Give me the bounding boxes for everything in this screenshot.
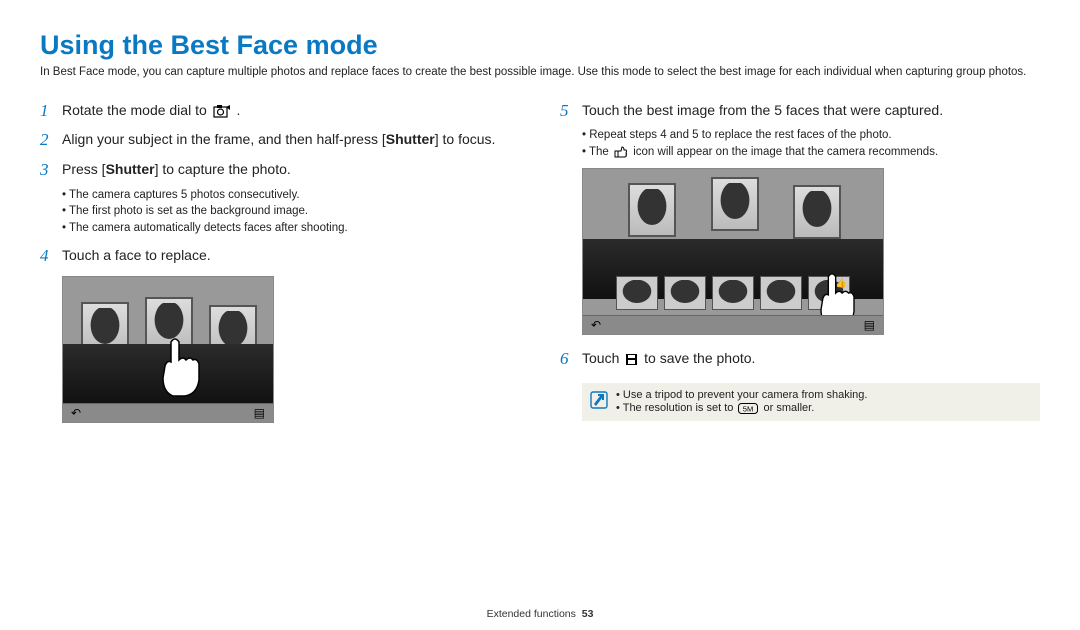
step-5: 5 Touch the best image from the 5 faces … [560, 99, 1040, 123]
select-best-illustration: 👍 ↶ ▤ [582, 168, 884, 335]
save-bar-icon: ▤ [864, 319, 875, 331]
face-thumbnail [712, 276, 754, 310]
list-item: The icon will appear on the image that t… [582, 145, 1040, 161]
save-bar-icon: ▤ [254, 407, 265, 419]
face-thumbnail [616, 276, 658, 310]
right-column: 5 Touch the best image from the 5 faces … [560, 99, 1040, 432]
mode-dial-icon [213, 104, 231, 118]
step-text: Touch [582, 350, 623, 366]
step-1: 1 Rotate the mode dial to . [40, 99, 520, 123]
step-3-sublist: The camera captures 5 photos consecutive… [62, 188, 520, 237]
step-4: 4 Touch a face to replace. [40, 244, 520, 268]
list-item: Repeat steps 4 and 5 to replace the rest… [582, 128, 1040, 144]
note-icon [590, 391, 610, 409]
back-icon: ↶ [591, 319, 601, 331]
step-number: 4 [40, 244, 62, 268]
list-item: The camera automatically detects faces a… [62, 221, 520, 237]
back-icon: ↶ [71, 407, 81, 419]
left-column: 1 Rotate the mode dial to . 2 Align your… [40, 99, 520, 432]
recommended-icon [614, 146, 628, 158]
step-text: Press [ [62, 161, 106, 177]
step-text: Align your subject in the frame, and the… [62, 131, 386, 147]
step-number: 3 [40, 158, 62, 182]
step-text: Rotate the mode dial to [62, 102, 207, 118]
step-text-b: ] to capture the photo. [155, 161, 291, 177]
hand-pointer-icon [151, 332, 211, 402]
shutter-label: Shutter [106, 161, 155, 177]
step-text-end: . [233, 102, 241, 118]
list-item: The first photo is set as the background… [62, 204, 520, 220]
footer-section: Extended functions [487, 608, 576, 620]
svg-text:5M: 5M [743, 404, 753, 413]
intro-paragraph: In Best Face mode, you can capture multi… [40, 65, 1040, 81]
list-item: The camera captures 5 photos consecutive… [62, 188, 520, 204]
note-item: Use a tripod to prevent your camera from… [616, 389, 867, 401]
face-thumbnail [760, 276, 802, 310]
resolution-icon: 5M [738, 403, 758, 414]
step-text: Touch a face to replace. [62, 244, 520, 268]
shutter-label: Shutter [386, 131, 435, 147]
page-number: 53 [582, 608, 594, 620]
touch-face-illustration: ↶ ▤ [62, 276, 274, 423]
step-3: 3 Press [Shutter] to capture the photo. [40, 158, 520, 182]
page-title: Using the Best Face mode [40, 30, 1040, 61]
step-text: Touch the best image from the 5 faces th… [582, 99, 1040, 123]
step-number: 1 [40, 99, 62, 123]
step-number: 5 [560, 99, 582, 123]
note-box: Use a tripod to prevent your camera from… [582, 383, 1040, 421]
page-footer: Extended functions 53 [0, 608, 1080, 620]
step-number: 2 [40, 128, 62, 152]
step-2: 2 Align your subject in the frame, and t… [40, 128, 520, 152]
step-6: 6 Touch to save the photo. [560, 347, 1040, 371]
step-5-sublist: Repeat steps 4 and 5 to replace the rest… [582, 128, 1040, 160]
step-number: 6 [560, 347, 582, 371]
step-text-b: ] to focus. [435, 131, 496, 147]
save-icon [625, 353, 638, 366]
face-thumbnail [664, 276, 706, 310]
step-text-end: to save the photo. [640, 350, 755, 366]
note-item: The resolution is set to 5M or smaller. [616, 402, 867, 414]
